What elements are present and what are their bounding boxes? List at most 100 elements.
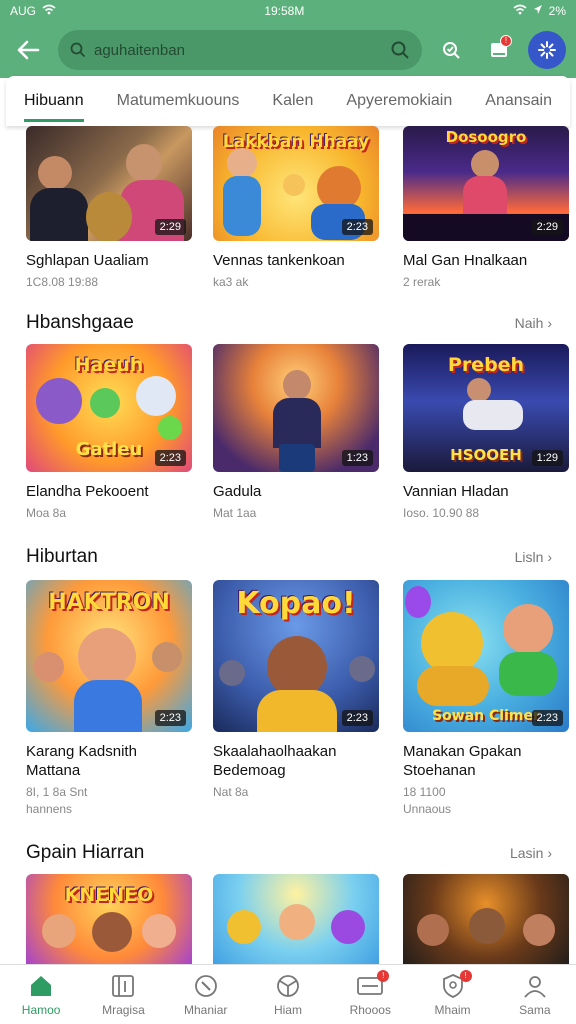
video-thumbnail[interactable]: HAKTRON 2:23 <box>26 580 192 732</box>
video-thumbnail[interactable]: Prebeh HSOOEH 1:29 <box>403 344 569 472</box>
see-more-link[interactable]: Lisln › <box>515 549 552 565</box>
battery-label: 2% <box>548 4 566 18</box>
avatar[interactable] <box>528 31 566 69</box>
nav-label: Hiam <box>273 1003 302 1017</box>
search-icon[interactable] <box>390 40 410 60</box>
video-title: Manakan Gpakan Stoehanan <box>403 743 522 779</box>
video-meta: Nat 8a <box>213 785 249 799</box>
video-thumbnail[interactable]: Sowan Climer 2:23 <box>403 580 569 732</box>
video-title: Skaalahaolhaakan Bedemoag <box>213 743 337 779</box>
thumbnail-art-text: HAKTRON <box>48 590 170 615</box>
duration-badge: 2:29 <box>154 219 186 235</box>
video-title: Karang Kadsnith Mattana <box>26 743 137 779</box>
content-scroll[interactable]: 2:29 Sghlapan Uaaliam 1C8.08 19:88 Lakkb… <box>0 126 576 964</box>
see-more-label: Lasin <box>509 845 544 861</box>
video-card[interactable]: Sowan Climer 2:23 Manakan Gpakan Stoehan… <box>403 580 569 818</box>
video-thumbnail[interactable] <box>403 874 569 964</box>
carrier-label: AUG <box>10 4 37 18</box>
thumbnail-art-text: Haeuh <box>74 354 144 376</box>
notification-badge: ! <box>459 970 472 982</box>
section-title: Hiburtan <box>26 546 98 567</box>
tab-2[interactable]: Kalen <box>272 76 313 126</box>
nav-item-inbox[interactable]: ! Rhooos <box>335 970 405 1017</box>
video-thumbnail[interactable]: Lakkban Hhaay 2:23 <box>213 126 379 241</box>
section-header: Hbanshgaae Naih › <box>26 312 552 334</box>
nav-item-badge[interactable]: ! Mhaim <box>418 970 488 1017</box>
status-time: 19:58M <box>264 4 305 18</box>
thumbnail-art-text: Kopao! <box>236 586 356 621</box>
nav-label: Sama <box>519 1003 551 1017</box>
video-meta: 18 1100 <box>403 785 446 799</box>
duration-badge: 2:23 <box>531 710 563 726</box>
tab-3[interactable]: Apyeremokiain <box>346 76 452 126</box>
video-card[interactable]: KNENEO <box>26 874 192 964</box>
chevron-right-icon: › <box>547 845 552 861</box>
duration-badge: 2:29 <box>531 219 563 235</box>
thumbnail-art-text: KNENEO <box>64 884 154 906</box>
video-thumbnail[interactable]: Kopao! 2:23 <box>213 580 379 732</box>
nav-item-wheel[interactable]: Hiam <box>253 972 323 1017</box>
video-title: Mal Gan Hnalkaan <box>403 252 528 269</box>
video-card[interactable] <box>403 874 569 964</box>
search-input[interactable]: aguhaitenban <box>94 42 382 59</box>
search-bar[interactable]: aguhaitenban <box>58 30 422 70</box>
video-meta-secondary: hannens <box>26 802 73 816</box>
video-thumbnail[interactable]: 2:29 <box>26 126 192 241</box>
see-more-label: Naih <box>514 315 544 331</box>
video-card[interactable]: Haeuh Gatleu 2:23 Elandha Pekooent Moa 8… <box>26 344 192 522</box>
thumbnail-art-text: Prebeh <box>447 354 525 376</box>
tab-4[interactable]: Anansain <box>485 76 552 126</box>
see-more-link[interactable]: Naih › <box>515 315 552 331</box>
nav-label: Mragisa <box>102 1003 145 1017</box>
video-thumbnail[interactable]: KNENEO <box>26 874 192 964</box>
tab-1[interactable]: Matumemkuouns <box>117 76 240 126</box>
video-title: Gadula <box>213 483 262 500</box>
scan-icon <box>443 42 460 59</box>
see-more-link[interactable]: Lasin › <box>510 845 552 861</box>
video-card[interactable]: 2:29 Sghlapan Uaaliam 1C8.08 19:88 <box>26 126 192 291</box>
video-meta-secondary: Unnaous <box>403 802 452 816</box>
duration-badge: 1:23 <box>341 450 373 466</box>
nav-item-profile[interactable]: Sama <box>500 972 570 1017</box>
compass-icon <box>192 972 220 1000</box>
video-meta: Moa 8a <box>26 506 67 520</box>
search-icon <box>70 42 86 58</box>
video-thumbnail[interactable]: 1:23 <box>213 344 379 472</box>
nav-item-home[interactable]: Hamoo <box>6 972 76 1017</box>
nav-item-library[interactable]: Mragisa <box>88 972 158 1017</box>
video-card[interactable]: HAKTRON 2:23 Karang Kadsnith Mattana 8I,… <box>26 580 192 818</box>
nav-label: Mhaniar <box>184 1003 228 1017</box>
section-header: Hiburtan Lisln › <box>26 546 552 568</box>
video-title: Sghlapan Uaaliam <box>26 252 149 269</box>
nav-label: Rhooos <box>349 1003 391 1017</box>
video-thumbnail[interactable]: Haeuh Gatleu 2:23 <box>26 344 192 472</box>
video-meta: Ioso. 10.90 88 <box>403 506 480 520</box>
thumbnail-art-text: Dosoogro <box>445 128 527 146</box>
nav-label: Hamoo <box>21 1003 61 1017</box>
sparkle-icon <box>538 41 556 59</box>
scan-button[interactable] <box>432 31 470 69</box>
nav-item-explore[interactable]: Mhaniar <box>171 972 241 1017</box>
tab-0[interactable]: Hibuann <box>24 76 84 126</box>
video-card[interactable]: Lakkban Hhaay 2:23 Vennas tankenkoan ka3… <box>213 126 379 291</box>
duration-badge: 1:29 <box>531 450 563 466</box>
video-card[interactable] <box>213 874 379 964</box>
video-thumbnail[interactable] <box>213 874 379 964</box>
video-title: Elandha Pekooent <box>26 483 149 500</box>
notification-badge: ! <box>500 35 512 47</box>
video-meta: 8I, 1 8a Snt <box>26 785 88 799</box>
category-tabs: Hibuann Matumemkuouns Kalen Apyeremokiai… <box>6 76 570 126</box>
section-header: Gpain Hiarran Lasin › <box>26 842 552 864</box>
video-card[interactable]: Dosoogro 2:29 Mal Gan Hnalkaan 2 rerak <box>403 126 569 291</box>
section-title: Gpain Hiarran <box>26 842 145 863</box>
status-bar: AUG 19:58M 2% <box>0 0 576 22</box>
video-card[interactable]: 1:23 Gadula Mat 1aa <box>213 344 379 522</box>
video-title: Vennas tankenkoan <box>213 252 345 269</box>
back-button[interactable] <box>8 30 48 70</box>
location-icon <box>533 4 543 18</box>
video-card[interactable]: Prebeh HSOOEH 1:29 Vannian Hladan Ioso. … <box>403 344 569 522</box>
video-thumbnail[interactable]: Dosoogro 2:29 <box>403 126 569 241</box>
video-meta: 1C8.08 19:88 <box>26 275 99 289</box>
notifications-button[interactable]: ! <box>480 31 518 69</box>
video-card[interactable]: Kopao! 2:23 Skaalahaolhaakan Bedemoag Na… <box>213 580 379 801</box>
